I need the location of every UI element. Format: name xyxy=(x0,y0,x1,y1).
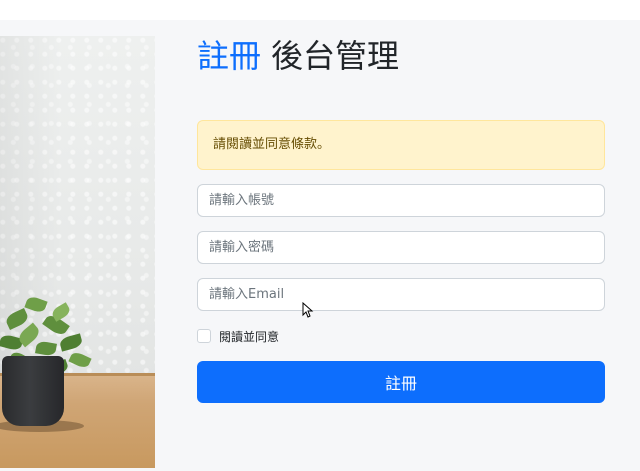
register-button[interactable]: 註冊 xyxy=(197,361,605,403)
agree-checkbox-row[interactable]: 閱讀並同意 xyxy=(197,327,605,345)
agree-checkbox[interactable] xyxy=(197,329,211,343)
account-input[interactable] xyxy=(197,184,605,217)
alert-message: 請閱讀並同意條款。 xyxy=(213,137,331,152)
agree-label: 閱讀並同意 xyxy=(219,329,280,344)
password-input[interactable] xyxy=(197,231,605,264)
warning-alert: 請閱讀並同意條款。 xyxy=(197,120,605,170)
top-strip xyxy=(0,0,640,20)
plant-pot xyxy=(2,356,64,426)
email-input[interactable] xyxy=(197,278,605,311)
plant-photo xyxy=(0,36,155,468)
register-form: 註冊後台管理 請閱讀並同意條款。 閱讀並同意 註冊 xyxy=(197,36,605,403)
page-title: 註冊 後台管理 xyxy=(197,36,605,76)
mouse-pointer-icon xyxy=(302,302,314,318)
title-accent: 註冊 xyxy=(197,37,262,75)
title-text: 後台管理 xyxy=(271,37,400,75)
